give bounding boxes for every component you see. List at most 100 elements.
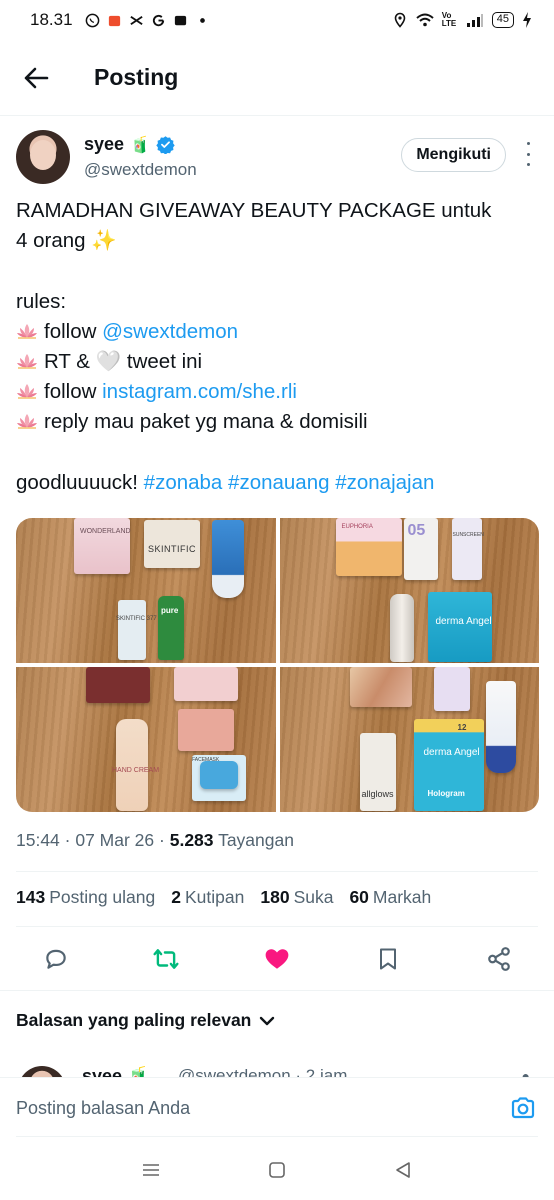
hashtag-link[interactable]: #zonaba bbox=[144, 471, 223, 494]
sparkles-emoji: ✨ bbox=[91, 229, 117, 253]
product-label: EUPHORIA bbox=[341, 524, 373, 530]
rule-item: follow instagram.com/she.rli bbox=[16, 377, 538, 407]
product-bottle bbox=[389, 594, 414, 662]
hashtag-link[interactable]: #zonauang bbox=[228, 471, 329, 494]
page-title: Posting bbox=[94, 64, 179, 90]
product-label: pure bbox=[161, 606, 179, 615]
mention-link[interactable]: @swextdemon bbox=[102, 320, 238, 343]
composer-underline bbox=[16, 1136, 538, 1137]
product-bottle bbox=[116, 719, 148, 811]
home-button[interactable] bbox=[266, 1160, 288, 1180]
system-back-button[interactable] bbox=[392, 1160, 414, 1180]
rule-item: reply mau paket yg mana & domisili bbox=[16, 407, 538, 437]
dot-icon bbox=[526, 142, 530, 145]
lotus-emoji-icon bbox=[17, 414, 37, 430]
giveaway-photo-3[interactable]: HAND CREAM FACEMASK bbox=[16, 667, 276, 812]
dot-icon bbox=[526, 152, 530, 156]
bookmarks-stat[interactable]: 60 Markah bbox=[349, 887, 431, 908]
tweet-line: rules: bbox=[16, 287, 538, 317]
tweet-text: RAMADHAN GIVEAWAY BEAUTY PACKAGE untuk 4… bbox=[16, 196, 538, 498]
product-label: derma Angel bbox=[435, 616, 492, 627]
triangle-back-icon bbox=[396, 1162, 410, 1178]
square-home-icon bbox=[269, 1162, 285, 1178]
tweet-text-segment: reply mau paket yg mana & domisili bbox=[44, 410, 368, 434]
menu-lines-icon bbox=[143, 1164, 159, 1176]
likes-stat[interactable]: 180 Suka bbox=[260, 887, 333, 908]
product-patch-pack bbox=[427, 592, 492, 662]
tweet-date[interactable]: 07 Mar 26 bbox=[75, 830, 154, 850]
tweet-time[interactable]: 15:44 bbox=[16, 830, 60, 850]
share-button[interactable] bbox=[484, 944, 514, 974]
tweet-text-segment: follow bbox=[44, 319, 97, 343]
reply-input[interactable] bbox=[16, 1092, 486, 1124]
white-heart-emoji: 🤍 bbox=[95, 349, 122, 373]
volte-label: Vo LTE bbox=[441, 11, 457, 28]
repost-icon bbox=[153, 949, 179, 969]
product-label: SKINTIFIC bbox=[148, 544, 197, 554]
product-label: WONDERLAND bbox=[80, 528, 131, 535]
verified-badge-icon bbox=[156, 136, 175, 154]
divider bbox=[16, 926, 538, 927]
back-button[interactable] bbox=[12, 54, 60, 102]
capcut-icon bbox=[129, 15, 143, 25]
wallet-icon bbox=[174, 15, 186, 25]
quotes-stat[interactable]: 2 Kutipan bbox=[171, 887, 244, 908]
repost-button[interactable] bbox=[151, 944, 181, 974]
giveaway-photo-4[interactable]: allglows 12 derma Angel Hologram bbox=[279, 667, 539, 812]
giveaway-photo-1[interactable]: WONDERLAND SKINTIFIC SKINTIFIC 377 pure bbox=[16, 518, 276, 663]
views-label: Tayangan bbox=[218, 830, 294, 850]
reply-button[interactable] bbox=[41, 944, 71, 974]
rule-item: follow @swextdemon bbox=[16, 317, 538, 347]
tweet-actions bbox=[0, 934, 554, 984]
product-label: HAND CREAM bbox=[112, 767, 160, 774]
product-box bbox=[86, 667, 150, 703]
lotus-emoji-icon bbox=[17, 353, 37, 369]
product-box bbox=[174, 667, 238, 701]
dot-icon bbox=[526, 163, 530, 166]
tweet-line: RAMADHAN GIVEAWAY BEAUTY PACKAGE untuk bbox=[16, 196, 538, 226]
author-name-line[interactable]: syee 🧃 bbox=[84, 134, 175, 155]
bookmark-button[interactable] bbox=[373, 944, 403, 974]
tweet-text-segment: tweet ini bbox=[126, 349, 203, 373]
reposts-stat[interactable]: 143 Posting ulang bbox=[16, 887, 155, 908]
bookmarks-label: Markah bbox=[372, 887, 432, 907]
chevron-down-icon bbox=[260, 1016, 275, 1025]
more-options-button[interactable] bbox=[520, 142, 536, 166]
battery-indicator: 45 bbox=[491, 12, 514, 28]
reply-sort-label: Balasan yang paling relevan bbox=[16, 1010, 252, 1030]
instagram-link[interactable]: instagram.com/she.rli bbox=[102, 380, 297, 403]
author-display-name[interactable]: syee bbox=[84, 134, 124, 155]
product-label: derma Angel bbox=[423, 747, 480, 758]
likes-count: 180 bbox=[260, 887, 290, 907]
system-navigation-bar bbox=[0, 1140, 554, 1200]
recents-button[interactable] bbox=[140, 1160, 162, 1180]
author-avatar[interactable] bbox=[16, 130, 70, 184]
hashtag-link[interactable]: #zonajajan bbox=[335, 471, 434, 494]
tweet-line: goodluuuuck! #zonaba #zonauang #zonajaja… bbox=[16, 468, 538, 498]
giveaway-photo-2[interactable]: EUPHORIA 05 SUNSCREEN derma Angel bbox=[279, 518, 539, 663]
tweet-author: syee 🧃 @swextdemon Mengikuti bbox=[16, 128, 538, 186]
tweet-text-segment: follow bbox=[44, 380, 97, 404]
product-jar-lid bbox=[200, 761, 238, 789]
top-app-bar: Posting bbox=[0, 40, 554, 116]
bookmark-icon bbox=[380, 948, 396, 970]
product-label: SUNSCREEN bbox=[452, 532, 484, 538]
reposts-count: 143 bbox=[16, 887, 46, 907]
more-notifications-icon bbox=[199, 17, 205, 23]
charging-icon bbox=[523, 12, 531, 28]
quotes-count: 2 bbox=[171, 887, 181, 907]
location-icon bbox=[394, 12, 406, 28]
like-button[interactable] bbox=[262, 944, 292, 974]
reply-preview[interactable]: syee 🧃 @swextdemon · 2 jam ● bbox=[0, 1060, 554, 1078]
wifi-icon bbox=[416, 13, 434, 27]
camera-icon[interactable] bbox=[510, 1096, 536, 1120]
reply-sort-dropdown[interactable]: Balasan yang paling relevan bbox=[16, 1010, 275, 1031]
media-grid: WONDERLAND SKINTIFIC SKINTIFIC 377 pure … bbox=[16, 518, 539, 812]
product-label: 05 bbox=[407, 522, 426, 539]
author-handle[interactable]: @swextdemon bbox=[84, 160, 197, 180]
following-button[interactable]: Mengikuti bbox=[401, 138, 506, 172]
reply-composer bbox=[0, 1077, 554, 1137]
system-icons: Vo LTE 45 bbox=[392, 12, 532, 28]
product-box bbox=[451, 518, 482, 580]
